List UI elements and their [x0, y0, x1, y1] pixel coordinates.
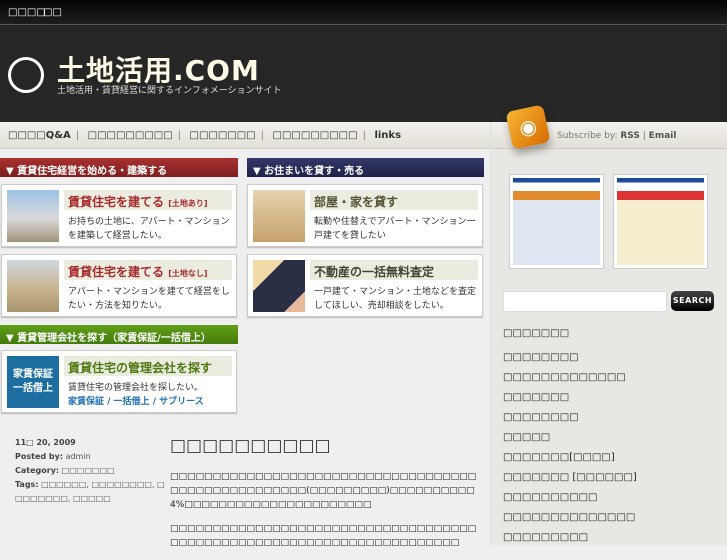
- nav-item-3[interactable]: □□□□□□□: [190, 130, 256, 141]
- card-desc: アパート・マンションを建てて経営をしたい・方法を知りたい。: [68, 287, 230, 311]
- post-author[interactable]: admin: [66, 452, 91, 461]
- nav-item-2[interactable]: □□□□□□□□□: [88, 130, 173, 141]
- sidebar-item[interactable]: □□□□□□□□□□□□□: [503, 372, 718, 392]
- sidebar-item[interactable]: □□□□□□□□□: [503, 532, 718, 552]
- email-link[interactable]: Email: [649, 131, 677, 141]
- card-rent-house[interactable]: 部屋・家を貸す 転勤や住替えでアパート・マンション一戸建てを貸したい: [247, 184, 483, 247]
- card-tag: [土地なし]: [168, 269, 208, 278]
- sidebar-item[interactable]: □□□□□□□□: [503, 412, 718, 432]
- boxes-image: [253, 190, 305, 242]
- top-link-2[interactable]: □□: [43, 7, 62, 18]
- card-management-company[interactable]: 家賃保証 一括借上 賃貸住宅の管理会社を探す 賃貸住宅の管理会社を探したい。家賃…: [1, 350, 237, 413]
- sidebar-heading: □□□□□□□: [503, 328, 570, 339]
- top-link-1[interactable]: □□□□: [8, 7, 46, 18]
- sidebar-item[interactable]: □□□□□□□□□□: [503, 492, 718, 512]
- card-title: 賃貸住宅を建てる: [68, 195, 165, 209]
- section-management: ▼ 賃貸管理会社を探す（家賃保証/一括借上）: [0, 325, 238, 344]
- sidebar-list: □□□□□□□ □□□□□□□□ □□□□□□□□□□□□□ □□□□□□□ □…: [503, 328, 718, 552]
- post-paragraph: □□□□□□□□□□□□□□□□□□□□□□□□□□□□□□□□□□□□□□□□…: [170, 472, 477, 510]
- site-subtitle: 土地活用・賃貸経営に関するインフォメーションサイト: [57, 86, 282, 96]
- category-label: Category:: [15, 466, 60, 475]
- subscribe-label: Subscribe by:: [557, 131, 618, 141]
- search-input[interactable]: [503, 291, 667, 312]
- subscribe-bar: ◉ Subscribe by: RSS | Email: [491, 104, 727, 150]
- card-desc: お持ちの土地に、アパート・マンションを建築して経営したい。: [68, 217, 230, 241]
- sidebar-item[interactable]: □□□□□□□□□□□□□□: [503, 512, 718, 532]
- site-header: 土地活用.COM 土地活用・賃貸経営に関するインフォメーションサイト: [0, 25, 727, 122]
- card-build-without-land[interactable]: 賃貸住宅を建てる [土地なし] アパート・マンションを建てて経営をしたい・方法を…: [1, 254, 237, 317]
- post-date: 11□ 20, 2009: [15, 438, 76, 447]
- card-title: 不動産の一括無料査定: [310, 260, 478, 280]
- calculator-image: [253, 260, 305, 312]
- site-thumbnail-2[interactable]: [613, 174, 708, 269]
- sidebar-item[interactable]: □□□□□□□: [503, 392, 718, 412]
- separator: |: [642, 131, 646, 141]
- search-button[interactable]: SEARCH: [671, 291, 714, 311]
- lot-image: [7, 260, 59, 312]
- rss-link[interactable]: RSS: [620, 131, 640, 141]
- card-tag: [土地あり]: [168, 199, 208, 208]
- house-image: [7, 190, 59, 242]
- nav-item-links[interactable]: links: [374, 130, 401, 141]
- site-thumbnail-1[interactable]: [509, 174, 604, 269]
- section-build: ▼ 賃貸住宅経営を始める・建築する: [0, 158, 238, 177]
- card-desc: 賃貸住宅の管理会社を探したい。: [68, 383, 204, 393]
- card-title: 部屋・家を貸す: [310, 190, 478, 210]
- sidebar-item[interactable]: □□□□□: [503, 432, 718, 452]
- nav-item-qa[interactable]: □□□□Q&A: [8, 130, 71, 141]
- nav-item-4[interactable]: □□□□□□□□□: [273, 130, 358, 141]
- post-title[interactable]: □□□□□□□□□□: [170, 436, 480, 456]
- card-desc: 一戸建て・マンション・土地などを査定してほしい、売却相談をしたい。: [314, 287, 477, 311]
- post-meta: 11□ 20, 2009 Posted by: admin Category: …: [15, 436, 165, 506]
- post-body: □□□□□□□□□□□□□□□□□□□□□□□□□□□□□□□□□□□□□□□□…: [170, 470, 480, 560]
- section-rent-sell: ▼ お住まいを貸す・売る: [247, 158, 484, 177]
- card-title: 賃貸住宅を建てる: [68, 265, 165, 279]
- card-title: 賃貸住宅の管理会社を探す: [64, 356, 232, 376]
- card-links[interactable]: 家賃保証 / 一括借上 / サブリース: [68, 395, 234, 409]
- sidebar-item[interactable]: □□□□□□□ [□□□□□□]: [503, 472, 718, 492]
- guarantee-image: 家賃保証 一括借上: [7, 356, 59, 408]
- sidebar-item[interactable]: □□□□□□□□: [503, 352, 718, 372]
- rss-icon[interactable]: ◉: [505, 104, 551, 150]
- post-paragraph: □□□□□□□□□□□□□□□□□□□□□□□□□□□□□□□□□□□□□□□□…: [170, 524, 477, 548]
- top-bar: □□□□ □□: [0, 0, 727, 25]
- main-nav: □□□□Q&A | □□□□□□□□□ | □□□□□□□ | □□□□□□□□□ | …: [0, 122, 490, 149]
- card-appraisal[interactable]: 不動産の一括無料査定 一戸建て・マンション・土地などを査定してほしい、売却相談を…: [247, 254, 483, 317]
- tags-label: Tags:: [15, 480, 39, 489]
- sidebar-item[interactable]: □□□□□□□[□□□□]: [503, 452, 718, 472]
- post-category[interactable]: □□□□□□□: [62, 466, 115, 475]
- card-desc: 転勤や住替えでアパート・マンション一戸建てを貸したい: [314, 217, 476, 241]
- card-build-with-land[interactable]: 賃貸住宅を建てる [土地あり] お持ちの土地に、アパート・マンションを建築して経…: [1, 184, 237, 247]
- posted-by-label: Posted by:: [15, 452, 64, 461]
- logo-ring-icon: [8, 57, 44, 93]
- sidebar: ◉ Subscribe by: RSS | Email SEARCH □□□□□…: [490, 104, 727, 545]
